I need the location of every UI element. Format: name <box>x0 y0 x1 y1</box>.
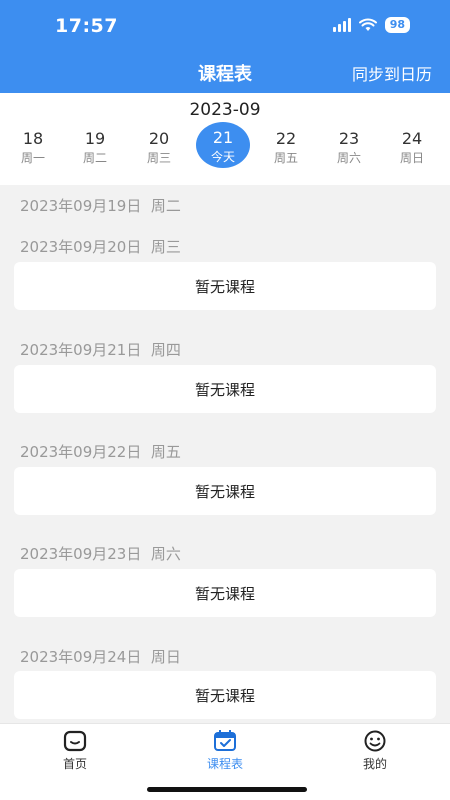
schedule-weekday: 周二 <box>150 197 181 215</box>
day-weekday: 周三 <box>146 151 171 165</box>
day-item-20[interactable]: 20 周三 <box>131 128 187 176</box>
day-weekday: 周六 <box>336 151 361 165</box>
day-weekday: 周日 <box>399 151 424 165</box>
schedule-weekday: 周五 <box>150 443 181 461</box>
no-course-text: 暂无课程 <box>194 584 255 603</box>
day-weekday: 周二 <box>82 151 107 165</box>
schedule-date: 2023年09月24日 <box>20 648 142 666</box>
schedule-card[interactable]: 暂无课程 <box>14 467 436 515</box>
day-item-22[interactable]: 22 周五 <box>258 128 314 176</box>
home-indicator <box>147 787 307 792</box>
day-item-23[interactable]: 23 周六 <box>321 128 377 176</box>
no-course-text: 暂无课程 <box>194 380 255 399</box>
schedule-card[interactable]: 暂无课程 <box>14 262 436 310</box>
day-number: 23 <box>338 129 360 148</box>
home-icon <box>63 730 87 752</box>
schedule-weekday: 周四 <box>150 341 181 359</box>
schedule-date-header: 2023年09月22日 周五 <box>20 441 181 462</box>
no-course-text: 暂无课程 <box>194 277 255 296</box>
smiley-icon <box>364 730 386 752</box>
day-number: 22 <box>275 129 297 148</box>
tab-home[interactable]: 首页 <box>35 730 115 772</box>
day-weekday: 周五 <box>273 151 298 165</box>
tab-profile[interactable]: 我的 <box>335 730 415 772</box>
day-number: 24 <box>401 129 423 148</box>
status-icons: 98 <box>332 17 410 33</box>
tab-schedule[interactable]: 课程表 <box>185 730 265 772</box>
schedule-weekday: 周三 <box>150 238 181 256</box>
schedule-date-header: 2023年09月24日 周日 <box>20 646 181 667</box>
day-number: 20 <box>148 129 170 148</box>
day-item-18[interactable]: 18 周一 <box>5 128 61 176</box>
no-course-text: 暂无课程 <box>194 482 255 501</box>
schedule-date-header: 2023年09月19日 周二 <box>20 195 181 216</box>
schedule-date: 2023年09月20日 <box>20 238 142 256</box>
schedule-date: 2023年09月23日 <box>20 545 142 563</box>
schedule-date: 2023年09月19日 <box>20 197 142 215</box>
status-bar: 17:57 98 <box>0 0 450 50</box>
no-course-text: 暂无课程 <box>194 686 255 705</box>
wifi-icon <box>358 18 377 31</box>
day-item-24[interactable]: 24 周日 <box>384 128 440 176</box>
day-item-19[interactable]: 19 周二 <box>67 128 123 176</box>
week-date-strip: 2023-09 18 周一 19 周二 20 周三 21 今天 22 周五 23… <box>0 93 450 185</box>
calendar-icon <box>214 730 236 751</box>
schedule-card[interactable]: 暂无课程 <box>14 365 436 413</box>
schedule-date-header: 2023年09月20日 周三 <box>20 236 181 257</box>
month-label: 2023-09 <box>189 100 261 120</box>
day-number: 19 <box>84 129 106 148</box>
cellular-signal-icon <box>332 18 351 32</box>
schedule-date-header: 2023年09月21日 周四 <box>20 339 181 360</box>
day-weekday: 周一 <box>20 151 45 165</box>
sync-to-calendar-button[interactable]: 同步到日历 <box>352 61 432 85</box>
day-weekday: 今天 <box>210 150 235 164</box>
day-number: 21 <box>212 128 234 147</box>
battery-indicator: 98 <box>384 17 410 33</box>
tab-label: 首页 <box>62 757 87 771</box>
day-number: 18 <box>22 129 44 148</box>
schedule-list[interactable]: 2023年09月19日 周二 2023年09月20日 周三 暂无课程 2023年… <box>0 185 450 723</box>
status-time: 17:57 <box>55 15 118 37</box>
schedule-date: 2023年09月21日 <box>20 341 142 359</box>
schedule-weekday: 周日 <box>150 648 181 666</box>
schedule-weekday: 周六 <box>150 545 181 563</box>
day-item-today[interactable]: 21 今天 <box>195 122 251 171</box>
schedule-card[interactable]: 暂无课程 <box>14 569 436 617</box>
schedule-card[interactable]: 暂无课程 <box>14 671 436 719</box>
tab-label: 课程表 <box>206 757 243 771</box>
app-header: 17:57 98 课程表 同步到日历 <box>0 0 450 93</box>
schedule-date-header: 2023年09月23日 周六 <box>20 543 181 564</box>
schedule-date: 2023年09月22日 <box>20 443 142 461</box>
tab-label: 我的 <box>362 757 387 771</box>
